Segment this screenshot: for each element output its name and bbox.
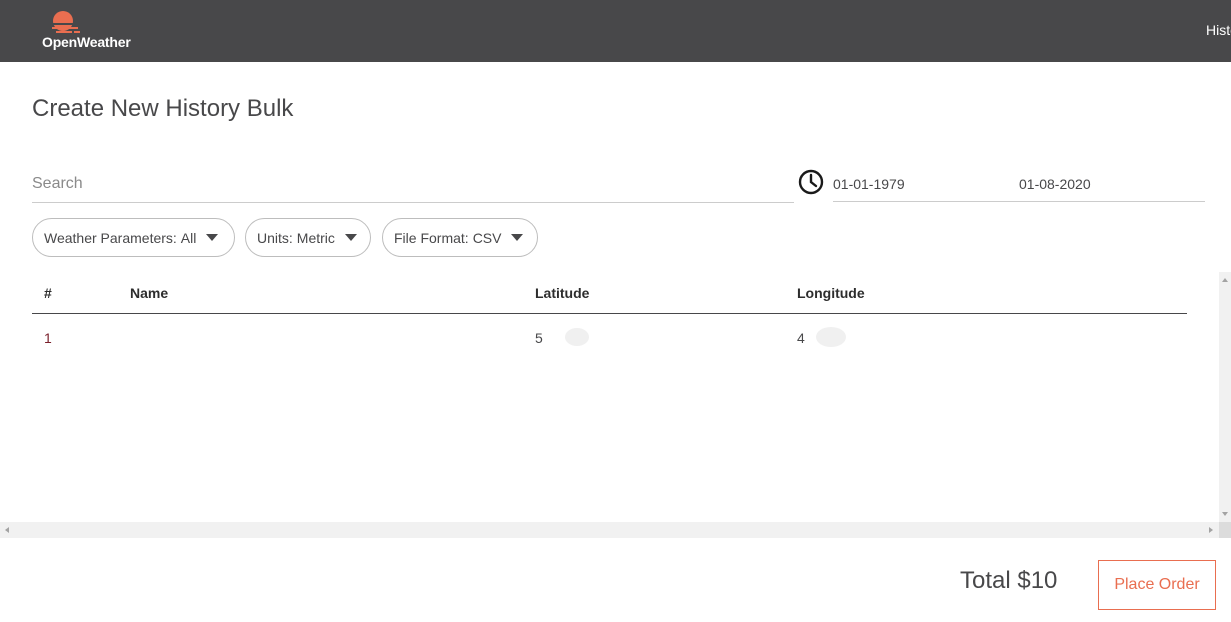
table-row[interactable]: 1 5 4 bbox=[0, 314, 1231, 360]
date-from[interactable]: 01-01-1979 bbox=[833, 176, 905, 192]
longitude-edit-marker[interactable] bbox=[816, 327, 846, 347]
dropdown-value: Metric bbox=[296, 229, 335, 246]
caret-down-icon bbox=[206, 234, 219, 241]
dropdown-label: File Format: bbox=[394, 229, 469, 246]
column-header-name: Name bbox=[130, 285, 169, 301]
scroll-right-arrow-icon[interactable] bbox=[1209, 527, 1213, 533]
date-to[interactable]: 01-08-2020 bbox=[1019, 176, 1091, 192]
row-number: 1 bbox=[44, 330, 52, 346]
logo-text: OpenWeather bbox=[42, 34, 131, 50]
sun-logo-icon bbox=[48, 11, 80, 33]
weather-parameters-dropdown[interactable]: Weather Parameters: All bbox=[32, 218, 235, 257]
scroll-down-arrow-icon[interactable] bbox=[1222, 512, 1228, 516]
caret-down-icon bbox=[344, 234, 357, 241]
search-input[interactable] bbox=[32, 168, 794, 200]
place-order-button[interactable]: Place Order bbox=[1098, 560, 1216, 610]
dropdown-value: All bbox=[180, 229, 197, 246]
date-range-picker[interactable]: 01-01-1979 01-08-2020 bbox=[833, 168, 1205, 202]
vertical-scrollbar[interactable] bbox=[1219, 272, 1231, 522]
locations-table: # Name Latitude Longitude 1 5 4 bbox=[0, 272, 1231, 538]
scroll-left-arrow-icon[interactable] bbox=[5, 527, 9, 533]
row-latitude[interactable]: 5 bbox=[535, 330, 543, 346]
clock-icon[interactable] bbox=[797, 168, 825, 196]
scroll-up-arrow-icon[interactable] bbox=[1222, 278, 1228, 282]
dropdown-value: CSV bbox=[472, 229, 502, 246]
horizontal-scrollbar[interactable] bbox=[0, 522, 1219, 538]
openweather-logo[interactable]: OpenWeather bbox=[42, 8, 142, 54]
row-longitude[interactable]: 4 bbox=[797, 330, 805, 346]
scrollbar-corner bbox=[1219, 522, 1231, 538]
top-navigation-bar: OpenWeather Histo bbox=[0, 0, 1231, 62]
dropdown-label: Weather Parameters: bbox=[44, 229, 177, 246]
latitude-edit-marker[interactable] bbox=[565, 328, 589, 346]
file-format-dropdown[interactable]: File Format: CSV bbox=[382, 218, 538, 257]
order-total: Total $10 bbox=[960, 567, 1058, 594]
column-header-latitude: Latitude bbox=[535, 285, 590, 301]
column-header-longitude: Longitude bbox=[797, 285, 865, 301]
dropdown-label: Units: bbox=[257, 229, 293, 246]
caret-down-icon bbox=[511, 234, 524, 241]
search-field bbox=[32, 168, 794, 203]
units-dropdown[interactable]: Units: Metric bbox=[245, 218, 371, 257]
nav-link-history[interactable]: Histo bbox=[1206, 22, 1231, 38]
page-title: Create New History Bulk bbox=[32, 95, 294, 122]
column-header-number: # bbox=[44, 285, 52, 301]
